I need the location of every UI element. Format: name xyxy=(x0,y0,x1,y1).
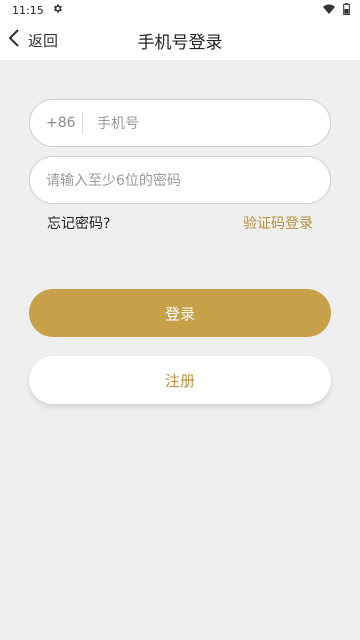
password-input[interactable]: 请输入至少6位的密码 xyxy=(46,170,181,190)
gear-icon xyxy=(52,3,63,17)
link-row: 忘记密码? 验证码登录 xyxy=(47,213,313,233)
status-time: 11:15 xyxy=(12,3,44,17)
login-form: +86 手机号 请输入至少6位的密码 忘记密码? 验证码登录 登录 注册 xyxy=(0,60,360,640)
back-label: 返回 xyxy=(28,31,59,50)
register-button[interactable]: 注册 xyxy=(29,356,331,404)
back-button[interactable]: 返回 xyxy=(8,20,58,60)
chevron-left-icon xyxy=(8,29,20,51)
country-code[interactable]: +86 xyxy=(46,115,82,131)
field-divider xyxy=(82,112,83,134)
status-left: 11:15 xyxy=(12,3,63,17)
code-login-link[interactable]: 验证码登录 xyxy=(243,213,313,233)
battery-icon xyxy=(343,2,350,18)
phone-field[interactable]: +86 手机号 xyxy=(29,99,331,147)
login-button[interactable]: 登录 xyxy=(29,289,331,337)
password-field[interactable]: 请输入至少6位的密码 xyxy=(29,156,331,204)
wifi-icon xyxy=(323,4,335,17)
status-right xyxy=(323,2,350,18)
header-bar: 手机号登录 返回 xyxy=(0,20,360,60)
forgot-password-link[interactable]: 忘记密码? xyxy=(47,213,110,233)
phone-input[interactable]: 手机号 xyxy=(97,113,139,133)
status-bar: 11:15 xyxy=(0,0,360,20)
